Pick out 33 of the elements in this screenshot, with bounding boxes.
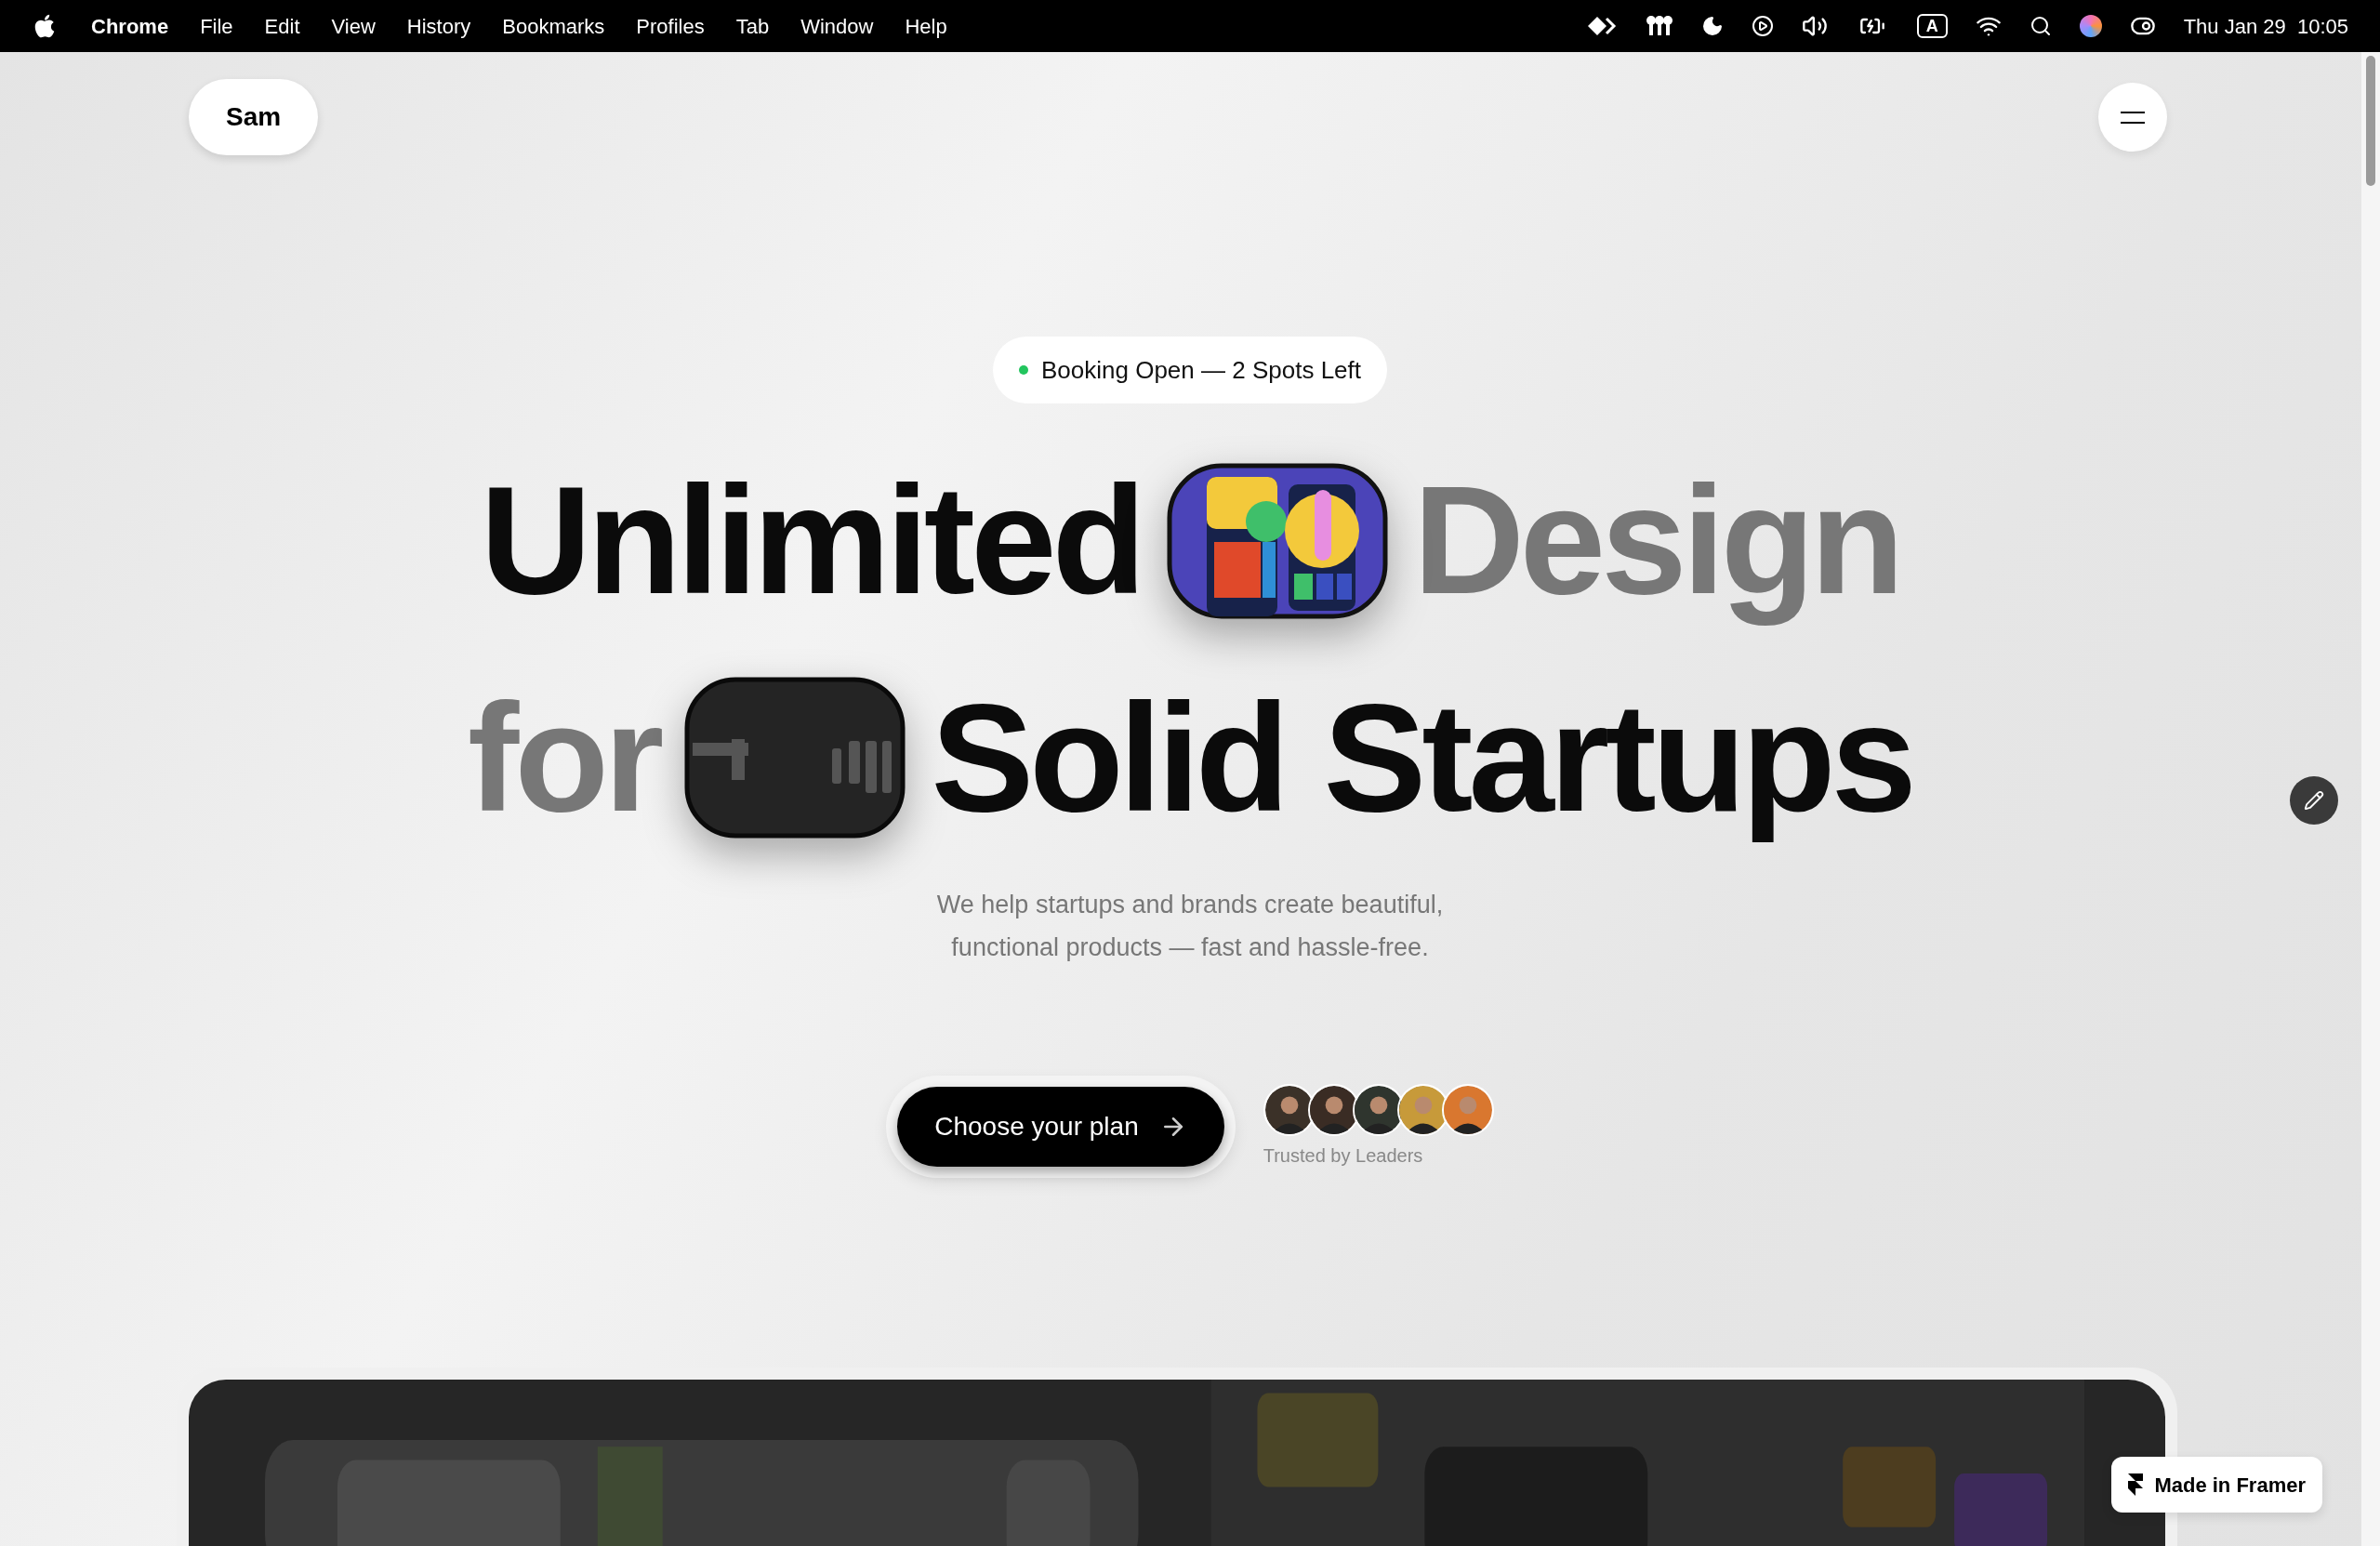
headline-text: Unlimited [480, 453, 1142, 628]
search-icon[interactable] [2029, 15, 2052, 37]
menu-item[interactable]: Profiles [636, 10, 705, 42]
menu-icon [2121, 111, 2145, 124]
headline-text: Design [1412, 453, 1900, 628]
edit-button[interactable] [2290, 776, 2338, 825]
logo-button[interactable]: Sam [189, 79, 319, 155]
headline-text: for [468, 670, 660, 845]
subtitle-text: We help startups and brands create beautiful, [936, 890, 1444, 920]
moon-icon[interactable] [1700, 15, 1724, 37]
input-source-badge[interactable]: A [1916, 14, 1948, 38]
badge-text: Booking Open — 2 Spots Left [1041, 354, 1361, 386]
menu-item[interactable]: View [331, 10, 376, 42]
trusted-caption: Trusted by Leaders [1263, 1144, 1424, 1168]
menu-bar-clock: Thu Jan 29 10:05 [2183, 13, 2348, 40]
pencil-icon [2304, 790, 2324, 811]
menu-item[interactable]: Bookmarks [502, 10, 605, 42]
choose-plan-button[interactable]: Choose your plan [897, 1087, 1224, 1167]
subtitle-text: functional products — fast and hassle-free. [951, 932, 1429, 963]
diamond-arrow-icon[interactable] [1587, 17, 1618, 35]
siri-icon[interactable] [2079, 15, 2102, 37]
menu-item[interactable]: Tab [735, 10, 770, 42]
menu-item[interactable]: Window [800, 10, 874, 42]
keys-icon[interactable] [1645, 15, 1673, 37]
menu-item[interactable]: File [200, 10, 233, 42]
menu-item[interactable]: Chrome [91, 10, 169, 42]
play-icon[interactable] [1751, 15, 1774, 37]
made-in-framer-badge[interactable]: Made in Framer [2111, 1457, 2322, 1513]
menu-item[interactable]: Edit [264, 10, 300, 42]
menu-item[interactable]: Help [905, 10, 947, 42]
headline-text: Solid Startups [931, 670, 1912, 845]
menu-item[interactable]: History [406, 10, 471, 42]
framer-logo-icon [2128, 1473, 2144, 1496]
